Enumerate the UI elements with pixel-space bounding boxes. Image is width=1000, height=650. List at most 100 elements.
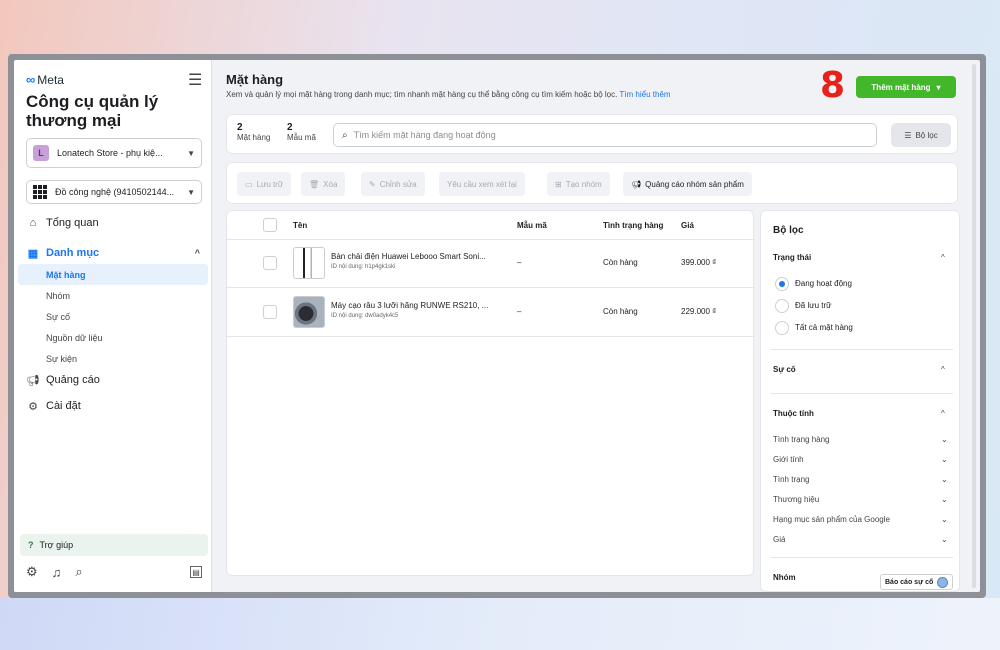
archive-icon: ▭ [245, 179, 253, 189]
menu-icon[interactable]: ☰ [188, 70, 202, 90]
product-thumbnail [293, 296, 325, 328]
sidebar-item-items[interactable]: Mặt hàng [18, 264, 208, 285]
sidebar-nav: ⌂ Tổng quan ▦ Danh mục ^ Mặt hàng Nhóm S… [14, 212, 212, 417]
meta-infinity-icon: ∞ [26, 72, 36, 87]
product-price: 229.000 ₫ [681, 307, 717, 316]
filter-button[interactable]: ☰ Bộ lọc [891, 123, 951, 147]
business-select[interactable]: Đồ công nghệ (9410502144... ▼ [26, 180, 202, 204]
product-name[interactable]: Bàn chải điện Huawei Lebooo Smart Soni..… [331, 252, 486, 261]
chevron-down-icon[interactable]: ⌄ [941, 495, 948, 504]
attributes-section-header[interactable]: Thuộc tính [773, 409, 814, 418]
request-review-button[interactable]: Yêu cầu xem xét lại [439, 172, 525, 196]
product-status: Còn hàng [603, 307, 638, 316]
add-item-label: Thêm mặt hàng [871, 82, 931, 92]
store-avatar: L [33, 145, 49, 161]
column-header-name[interactable]: Tên [293, 221, 307, 230]
chevron-up-icon[interactable]: ^ [941, 365, 945, 374]
table-row[interactable]: Máy cạo râu 3 lưỡi hãng RUNWE RS210, ...… [227, 289, 755, 337]
chevron-down-icon[interactable]: ⌄ [941, 435, 948, 444]
sidebar-item-label: Tổng quan [46, 217, 99, 229]
chevron-down-icon[interactable]: ⌄ [941, 455, 948, 464]
items-count-label: Mặt hàng [237, 133, 271, 142]
gear-icon: ⚙ [28, 400, 38, 413]
add-item-button[interactable]: Thêm mặt hàng ▾ [856, 76, 956, 98]
row-checkbox[interactable] [263, 256, 277, 270]
sidebar-item-groups[interactable]: Nhóm [14, 285, 212, 306]
product-name[interactable]: Máy cạo râu 3 lưỡi hãng RUNWE RS210, ... [331, 301, 488, 310]
edit-button[interactable]: ✎ Chỉnh sửa [361, 172, 425, 196]
advertise-group-button[interactable]: 📢︎ Quảng cáo nhóm sản phẩm [623, 172, 752, 196]
sidebar-footer: ⚙ ♫ ⌕ ▤ [26, 564, 202, 580]
column-header-variant[interactable]: Mẫu mã [517, 221, 547, 230]
filter-button-label: Bộ lọc [915, 130, 938, 140]
chevron-down-icon: ▼ [187, 148, 195, 158]
attribute-filter[interactable]: Tình trạng [773, 475, 809, 484]
sidebar-item-overview[interactable]: ⌂ Tổng quan [14, 212, 212, 234]
help-label: Trợ giúp [39, 540, 74, 550]
store-select[interactable]: L Lonatech Store - phụ kiệ... ▼ [26, 138, 202, 168]
sidebar-item-catalog[interactable]: ▦ Danh mục ^ [14, 242, 212, 264]
request-review-label: Yêu cầu xem xét lại [447, 179, 517, 189]
home-icon: ⌂ [29, 217, 37, 229]
learn-more-link[interactable]: Tìm hiểu thêm [619, 90, 670, 99]
sidebar-item-events[interactable]: Sự kiện [14, 348, 212, 369]
filter-panel-title: Bộ lọc [773, 225, 804, 236]
table-row[interactable]: Bàn chải điện Huawei Lebooo Smart Soni..… [227, 240, 755, 288]
sidebar-item-settings[interactable]: ⚙ Cài đặt [14, 395, 212, 417]
sidebar-item-ads[interactable]: 📢︎ Quảng cáo [14, 369, 212, 391]
divider [771, 349, 953, 350]
settings-gear-icon[interactable]: ⚙ [26, 564, 38, 580]
search-card: 2 Mặt hàng 2 Mẫu mã ⌕ Tìm kiếm mặt hàng … [226, 114, 958, 154]
question-icon: ? [28, 540, 34, 550]
variants-count-value: 2 [287, 122, 293, 133]
attribute-filter[interactable]: Tình trạng hàng [773, 435, 829, 444]
grid-icon [33, 185, 47, 199]
advertise-label: Quảng cáo nhóm sản phẩm [645, 179, 744, 189]
delete-button[interactable]: 🗑︎ Xóa [301, 172, 346, 196]
meta-brand-text: Meta [37, 72, 64, 87]
chevron-down-icon: ▾ [936, 82, 941, 92]
chevron-down-icon[interactable]: ⌄ [941, 475, 948, 484]
search-input[interactable]: ⌕ Tìm kiếm mặt hàng đang hoạt động [333, 123, 877, 147]
sidebar-item-label: Quảng cáo [46, 374, 100, 386]
business-select-value: Đồ công nghệ (9410502144... [55, 187, 175, 197]
sidebar-item-issues[interactable]: Sự cố [14, 306, 212, 327]
status-radio-all[interactable] [775, 321, 789, 335]
select-all-checkbox[interactable] [263, 218, 277, 232]
product-price: 399.000 ₫ [681, 258, 717, 267]
megaphone-icon: 📢︎ [631, 179, 642, 189]
chevron-down-icon[interactable]: ⌄ [941, 535, 948, 544]
variants-count-label: Mẫu mã [287, 133, 316, 142]
search-icon[interactable]: ⌕ [75, 564, 82, 580]
create-group-button[interactable]: ⊞ Tạo nhóm [547, 172, 610, 196]
issues-section-header[interactable]: Sự cố [773, 365, 796, 374]
column-header-price[interactable]: Giá [681, 221, 694, 230]
chevron-up-icon[interactable]: ^ [941, 253, 945, 262]
bell-icon[interactable]: ♫ [52, 565, 62, 580]
attribute-filter[interactable]: Giá [773, 535, 785, 544]
archive-button[interactable]: ▭ Lưu trữ [237, 172, 292, 196]
status-radio-archived[interactable] [775, 299, 789, 313]
attribute-filter[interactable]: Giới tính [773, 455, 804, 464]
panel-toggle-icon[interactable]: ▤ [190, 566, 202, 578]
status-section-header[interactable]: Trạng thái [773, 253, 811, 262]
sliders-icon: ☰ [904, 130, 912, 140]
sidebar-item-data-sources[interactable]: Nguồn dữ liệu [14, 327, 212, 348]
product-status: Còn hàng [603, 258, 638, 267]
chevron-up-icon[interactable]: ^ [941, 409, 945, 418]
attribute-filter[interactable]: Thương hiệu [773, 495, 819, 504]
product-variant: – [517, 307, 522, 316]
globe-icon [937, 576, 949, 588]
column-header-status[interactable]: Tình trạng hàng [603, 221, 663, 230]
search-icon: ⌕ [342, 129, 348, 141]
help-button[interactable]: ? Trợ giúp [20, 534, 208, 556]
status-option-label: Đã lưu trữ [795, 301, 832, 310]
groups-section-header[interactable]: Nhóm [773, 573, 796, 582]
description-text: Xem và quản lý mọi mặt hàng trong danh m… [226, 90, 618, 99]
row-checkbox[interactable] [263, 305, 277, 319]
status-radio-active[interactable] [775, 277, 789, 291]
attribute-filter[interactable]: Hạng mục sản phẩm của Google [773, 515, 890, 524]
report-issue-button[interactable]: Báo cáo sự cố [880, 574, 954, 590]
scrollbar[interactable] [972, 64, 976, 588]
chevron-down-icon[interactable]: ⌄ [941, 515, 948, 524]
